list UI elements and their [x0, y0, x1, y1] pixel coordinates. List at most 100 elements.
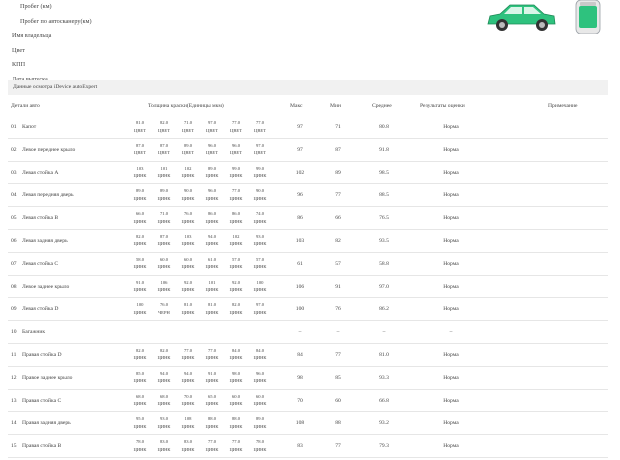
coating-type: ЦИНК: [181, 287, 195, 293]
max-value: 61: [297, 260, 303, 267]
thickness-cell: 82.0 ЦИНК: [154, 347, 174, 362]
coating-type: ЦИНК: [157, 378, 171, 384]
coating-type: ЦИНК: [133, 218, 147, 224]
thickness-value: 82.0: [135, 347, 145, 353]
thickness-cell: 89.0 ЦВЕТ: [178, 142, 198, 157]
thickness-value: 89.0: [159, 188, 169, 194]
field-color: Цвет: [12, 46, 25, 54]
thickness-cell: 74.0 ЦИНК: [250, 210, 270, 225]
thickness-value: 77.0: [255, 120, 265, 125]
thickness-cell: 89.0 ЦИНК: [250, 415, 270, 430]
thickness-cell: 65.0 ЦИНК: [202, 393, 222, 408]
thickness-value: 81.0: [183, 302, 193, 308]
thickness-value: 97.0: [255, 142, 265, 148]
table-header: Детали авто Толщина краски(Единицы мкм) …: [8, 100, 608, 114]
thickness-cell: 108 ЦИНК: [178, 415, 198, 430]
table-row: 08 Левое заднее крыло 91.0 ЦИНК 106 ЦИНК 92.0 Ц…: [8, 276, 608, 299]
avg-value: 81.0: [379, 351, 389, 358]
min-value: 76: [335, 306, 341, 313]
thickness-value: 87.0: [159, 233, 169, 239]
coating-type: ЦИНК: [205, 218, 219, 224]
result-value: Норма: [443, 306, 459, 313]
row-number: 12: [11, 374, 17, 381]
min-value: 77: [335, 192, 341, 199]
result-value: Норма: [443, 260, 459, 267]
avg-value: 66.8: [379, 397, 389, 404]
thickness-value: 97.0: [207, 120, 217, 125]
thickness-cell: 77.0 ЦВЕТ: [250, 119, 270, 134]
thickness-value: 90.0: [183, 188, 193, 194]
row-number: 15: [11, 443, 17, 450]
thickness-cell: 106 ЦИНК: [154, 279, 174, 294]
thickness-values: 95.0 ЦИНК 93.0 ЦИНК 108 ЦИНК 88.0 ЦИНК 88.0 ЦИНК 8…: [130, 415, 280, 432]
thickness-value: 81.0: [135, 120, 145, 125]
thickness-cell: 66.0 ЦИНК: [130, 210, 150, 225]
coating-type: ЦИНК: [181, 378, 195, 384]
avg-value: 88.5: [379, 192, 389, 199]
thickness-value: 83.0: [183, 439, 193, 445]
result-value: Норма: [443, 420, 459, 427]
coating-type: ЦИНК: [253, 287, 267, 293]
coating-type: ЦИНК: [181, 355, 195, 361]
coating-type: ЦИНК: [133, 378, 147, 384]
row-number: 07: [11, 260, 17, 267]
thickness-cell: 77.0 ЦИНК: [202, 347, 222, 362]
coating-type: ЦИНК: [229, 423, 243, 429]
thickness-value: 76.0: [159, 302, 169, 308]
thickness-value: 77.0: [207, 439, 217, 445]
thickness-cell: 101 ЦИНК: [154, 165, 174, 180]
thickness-values: 91.0 ЦИНК 106 ЦИНК 92.0 ЦИНК 101 ЦИНК 92.0 ЦИНК 10…: [130, 279, 280, 296]
coating-type: ЦИНК: [205, 401, 219, 407]
thickness-cell: 92.0 ЦИНК: [226, 279, 246, 294]
coating-type: ЦВЕТ: [206, 150, 218, 156]
header-note: Примечание: [548, 103, 578, 109]
coating-type: ЦИНК: [181, 423, 195, 429]
thickness-cell: 97.0 ЦВЕТ: [202, 119, 222, 134]
part-name: Правая задняя дверь: [22, 420, 71, 427]
thickness-cell: 68.0 ЦИНК: [130, 393, 150, 408]
result-value: Норма: [443, 397, 459, 404]
coating-type: ЦИНК: [253, 446, 267, 452]
thickness-value: 87.0: [135, 142, 145, 148]
header-thickness: Толщина краски(Единицы мкм): [148, 103, 224, 109]
avg-value: 93.2: [379, 420, 389, 427]
row-number: 02: [11, 146, 17, 153]
vehicle-info-fields: Пробег (км) Пробег по автосканеру(км) Им…: [12, 0, 452, 87]
max-value: 100: [295, 306, 305, 313]
coating-type: ЦИНК: [157, 446, 171, 452]
coating-type: ЦИНК: [253, 241, 267, 247]
thickness-values: 89.0 ЦИНК 89.0 ЦИНК 90.0 ЦИНК 96.0 ЦИНК 77.0 ЦИНК…: [130, 187, 280, 204]
coating-type: ЦИНК: [253, 309, 267, 315]
table-row: 04 Левая передняя дверь 89.0 ЦИНК 89.0 ЦИНК 90…: [8, 184, 608, 208]
thickness-cell: 82.0 ЦИНК: [226, 301, 246, 316]
thickness-value: 103: [136, 165, 144, 171]
thickness-value: 86.0: [231, 211, 241, 217]
thickness-values: 82.0 ЦИНК 82.0 ЦИНК 77.0 ЦИНК 77.0 ЦИНК 84.0 ЦИНК…: [130, 347, 280, 364]
thickness-cell: 70.0 ЦИНК: [178, 393, 198, 408]
coating-type: ЦИНК: [157, 264, 171, 270]
coating-type: ЦИНК: [229, 309, 243, 315]
avg-value: –: [382, 329, 386, 336]
thickness-cell: 77.0 ЦИНК: [202, 438, 222, 453]
header-part: Детали авто: [11, 103, 40, 109]
coating-type: ЦИНК: [181, 173, 195, 179]
coating-type: ЦВЕТ: [182, 127, 194, 133]
part-name: Правое заднее крыло: [22, 374, 73, 381]
thickness-cell: 102 ЦИНК: [178, 165, 198, 180]
coating-type: ЦВЕТ: [230, 150, 242, 156]
thickness-cell: 71.0 ЦИНК: [154, 210, 174, 225]
coating-type: ЦВЕТ: [134, 127, 146, 133]
field-scanner-mileage: Пробег по автосканеру(км): [20, 17, 92, 25]
thickness-value: 58.0: [135, 256, 145, 262]
part-name: Левое переднее крыло: [22, 146, 76, 153]
thickness-cell: 76.0 ЧЕРН: [154, 301, 174, 316]
coating-type: ЦИНК: [229, 378, 243, 384]
thickness-cell: 93.0 ЦИНК: [250, 233, 270, 248]
thickness-value: 68.0: [135, 393, 145, 399]
thickness-cell: 57.0 ЦИНК: [250, 256, 270, 271]
thickness-cell: 58.0 ЦИНК: [130, 256, 150, 271]
inspection-section-title: Данные осмотра iDevice autoExpert: [8, 80, 608, 95]
part-name: Левое заднее крыло: [22, 283, 70, 290]
thickness-values: 100 ЦИНК 76.0 ЧЕРН 81.0 ЦИНК 81.0 ЦИНК 82.0 ЦИНК 9…: [130, 301, 280, 318]
min-value: 66: [335, 215, 341, 222]
